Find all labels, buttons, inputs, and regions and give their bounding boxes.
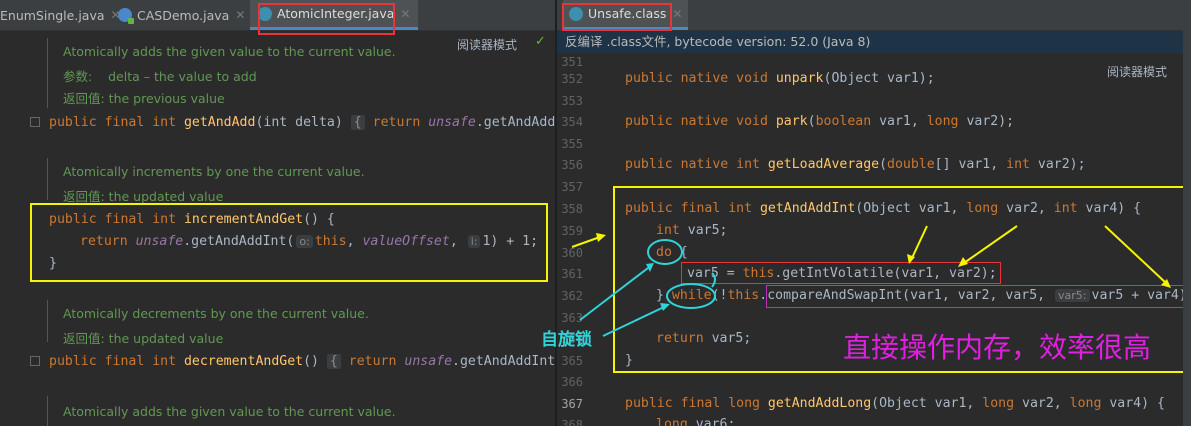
tab-label: EnumSingle.java [0,7,105,23]
doc-param: 参数: delta – the value to add [63,66,257,85]
keyword: public native void [625,71,776,86]
code-line-getandadd[interactable]: public final int getAndAdd(int delta) { … [49,112,555,134]
fold-icon[interactable] [30,117,40,127]
line-number: 352 [561,72,583,86]
doc-returns: 返回值: the updated value [63,331,224,346]
spin-lock-annotation: 自旋锁 [541,330,592,350]
tab-highlight-box [562,3,672,31]
code-line-352[interactable]: public native void unpark(Object var1); [625,68,935,90]
keyword: long [926,114,959,129]
code-text: var6; [687,417,736,426]
line-number: 362 [561,289,583,303]
close-icon[interactable]: ✕ [400,7,410,21]
yellow-highlight-box [30,203,548,282]
doc-description: Atomically adds the given value to the c… [63,404,396,419]
method-name: park [775,114,808,129]
code-line-367[interactable]: public final long getAndAddLong(Object v… [625,393,1165,415]
doc-param-label: 参数: [63,69,93,84]
java-class-icon [118,8,134,24]
keyword: public native void [625,114,776,129]
code-line-356[interactable]: public native int getLoadAverage(double[… [625,154,1086,176]
keyword: long [656,417,688,426]
right-side-toolbar [1183,30,1191,426]
doc-description: Atomically adds the given value to the c… [63,44,396,59]
keyword: return [340,354,405,369]
doc-returns: 返回值: the previous value [63,91,225,106]
code-text: (Object var1); [823,71,935,86]
code-text: .getAndAddInt( [452,354,555,369]
code-line-decrementandget[interactable]: public final int decrementAndGet() { ret… [49,351,555,373]
doc-description: Atomically increments by one the current… [63,164,365,179]
code-text: (Object var1, [871,396,983,411]
doc-description: Atomically decrements by one the current… [63,306,369,321]
code-line-354[interactable]: public native void park(boolean var1, lo… [625,111,1014,133]
line-number: 363 [561,311,583,325]
code-text: var2); [958,114,1015,129]
code-text: var4) { [1101,396,1165,411]
method-name: decrementAndGet [183,354,304,369]
code-text: var2, [1014,396,1070,411]
keyword: return [364,115,429,130]
fold-icon[interactable] [30,356,40,366]
keyword: public final int [49,115,184,130]
keyword: public native int [625,157,768,172]
code-text: var2); [1029,157,1086,172]
tab-label: CASDemo.java [137,7,230,23]
red-highlight-box [681,262,1001,284]
line-number: 367 [561,397,583,411]
line-number: 366 [561,375,583,389]
line-number: 353 [561,94,583,108]
line-number: 359 [561,224,583,238]
tab-enumsingle[interactable]: EnumSingle.java ✕ [0,0,121,30]
close-icon[interactable]: ✕ [235,8,245,22]
code-text: () [303,354,327,369]
line-number: 355 [561,137,583,151]
line-number: 361 [561,267,583,281]
fold-marker[interactable]: { [326,354,341,369]
keyword: public final long [625,396,768,411]
fold-marker[interactable]: { [350,115,365,130]
field: unsafe [404,354,453,369]
doc-param-text: delta – the value to add [108,69,257,84]
line-number: 357 [561,180,583,194]
field: unsafe [428,115,476,130]
line-number: 356 [561,158,583,172]
line-number: 360 [561,246,583,260]
tab-casdemo[interactable]: CASDemo.java ✕ [118,0,245,30]
code-text: [] var1, [934,157,1007,172]
keyword: long [1069,396,1102,411]
direct-memory-annotation: 直接操作内存，效率很高 [843,331,1152,364]
line-number: 351 [561,55,583,69]
reader-mode-toggle[interactable]: 阅读器模式 [1107,63,1167,80]
code-text: ( [807,114,816,129]
close-icon[interactable]: ✕ [672,7,682,21]
keyword: int [1006,157,1030,172]
right-editor-pane: Unsafe.class ✕ 反编译 .class文件, bytecode ver… [557,0,1191,426]
magenta-highlight-box [766,285,1191,308]
method-name: getAndAddLong [767,396,872,411]
code-text: .getAndAddIn [475,115,555,130]
method-name: getAndAdd [183,115,256,130]
tab-highlight-box [258,3,395,35]
line-number: 354 [561,115,583,129]
line-number: 365 [561,354,583,368]
left-editor-pane: EnumSingle.java ✕ CASDemo.java ✕ AtomicInt… [0,0,555,426]
keyword: long [982,396,1015,411]
method-name: getLoadAverage [767,157,880,172]
method-name: unpark [775,71,824,86]
code-text: (int delta) [255,115,351,130]
keyword: public final int [49,354,184,369]
code-text: ( [879,157,888,172]
keyword: double [887,157,935,172]
line-number: 358 [561,202,583,216]
keyword: boolean [815,114,872,129]
decompiler-banner: 反编译 .class文件, bytecode version: 52.0 (Ja… [557,31,1191,53]
line-number: 368 [561,418,583,426]
code-text: var1, [871,114,927,129]
code-line-368[interactable]: long var6; [656,414,735,426]
